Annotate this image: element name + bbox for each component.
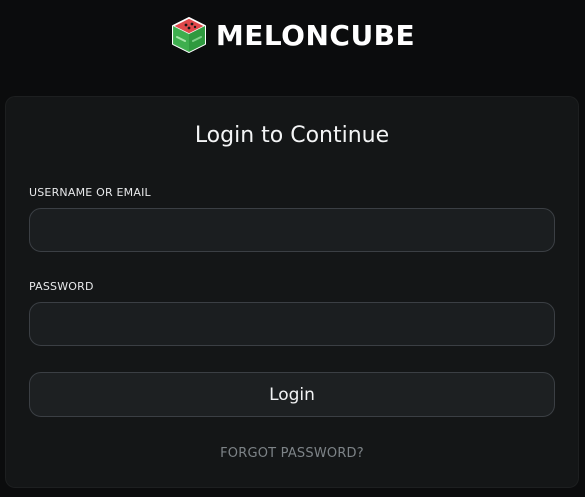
- login-card: Login to Continue USERNAME OR EMAIL PASS…: [5, 96, 579, 488]
- page-title: Login to Continue: [194, 123, 390, 148]
- brand-name: MELONCUBE: [215, 18, 416, 52]
- forgot-password-link[interactable]: FORGOT PASSWORD?: [5, 446, 579, 461]
- username-field[interactable]: [29, 208, 555, 252]
- brand-lockup[interactable]: MELONCUBE: [170, 16, 415, 54]
- password-field[interactable]: [29, 302, 555, 346]
- melon-cube-icon: [170, 16, 208, 54]
- brand-header: MELONCUBE: [0, 0, 585, 80]
- password-label: PASSWORD: [29, 280, 94, 293]
- login-button[interactable]: Login: [29, 372, 555, 417]
- username-label: USERNAME OR EMAIL: [29, 186, 151, 199]
